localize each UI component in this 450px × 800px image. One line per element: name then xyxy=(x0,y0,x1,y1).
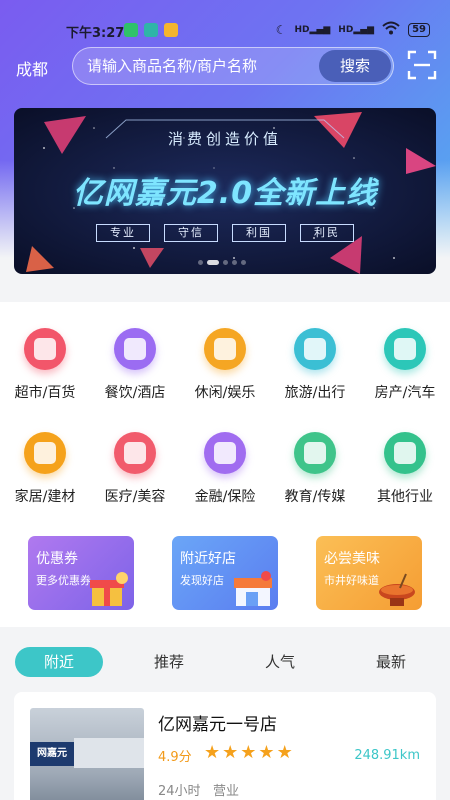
star-icon: ★ xyxy=(258,742,275,763)
category-label: 房产/汽车 xyxy=(374,385,436,401)
category-panel: 超市/百货 餐饮/酒店 休闲/娱乐 旅游/出行 房产/汽车家居/建材 医疗/美容 金融/保险… xyxy=(0,302,450,627)
category-leisure[interactable]: 休闲/娱乐 xyxy=(180,328,270,402)
star-icon: ★ xyxy=(276,742,293,763)
category-realestate[interactable]: 房产/汽车 xyxy=(360,328,450,402)
rating-stars: ★ ★ ★ ★ ★ xyxy=(204,744,293,762)
tab-popular[interactable]: 人气 xyxy=(236,647,324,677)
banner-tag: 利国 xyxy=(232,224,286,242)
finance-icon xyxy=(204,432,246,474)
education-icon xyxy=(294,432,336,474)
coupon-card[interactable]: 优惠券 更多优惠券 xyxy=(28,536,134,610)
banner-tags: 专业 守信 利国 利民 xyxy=(96,224,354,242)
chat-app-icon xyxy=(144,23,158,37)
wechat-app-icon xyxy=(124,23,138,37)
promo-subtitle: 发现好店 xyxy=(180,574,224,587)
tab-nearby[interactable]: 附近 xyxy=(15,647,103,677)
battery-icon: 59 xyxy=(408,22,430,37)
category-travel[interactable]: 旅游/出行 xyxy=(270,328,360,402)
scan-icon[interactable] xyxy=(406,49,438,81)
category-label: 休闲/娱乐 xyxy=(194,385,256,401)
banner-tag: 守信 xyxy=(164,224,218,242)
leisure-icon xyxy=(204,328,246,370)
category-label: 教育/传媒 xyxy=(284,489,346,505)
tab-recommended[interactable]: 推荐 xyxy=(125,647,213,677)
signal-icon-1: HD▂▄▆ xyxy=(294,24,331,35)
notification-icons xyxy=(124,23,178,37)
promo-subtitle: 更多优惠券 xyxy=(36,574,91,587)
category-label: 金融/保险 xyxy=(194,489,256,505)
furniture-icon xyxy=(24,432,66,474)
category-furniture[interactable]: 家居/建材 xyxy=(0,432,90,506)
search-bar: 搜索 xyxy=(72,47,394,85)
star-icon: ★ xyxy=(240,742,257,763)
storefront-icon xyxy=(234,571,272,606)
shop-hours-value: 24小时 xyxy=(158,784,201,799)
feed-tabs: 附近 推荐 人气 最新 xyxy=(0,640,450,684)
category-finance[interactable]: 金融/保险 xyxy=(180,432,270,506)
promo-banner[interactable]: 消费创造价值 亿网嘉元2.0全新上线 专业 守信 利国 利民 xyxy=(14,108,436,274)
banner-tag: 专业 xyxy=(96,224,150,242)
category-label: 家居/建材 xyxy=(14,489,76,505)
shop-status: 营业 xyxy=(212,784,239,799)
star-icon: ★ xyxy=(222,742,239,763)
promo-subtitle: 市井好味道 xyxy=(324,574,379,587)
promo-title: 附近好店 xyxy=(180,551,236,567)
medical-icon xyxy=(114,432,156,474)
realestate-icon xyxy=(384,328,426,370)
files-app-icon xyxy=(164,23,178,37)
banner-pagination xyxy=(198,260,246,265)
travel-icon xyxy=(294,328,336,370)
wifi-icon xyxy=(382,21,400,38)
shop-photo-sign: 网嘉元 xyxy=(30,742,74,766)
hotpot-icon xyxy=(379,573,415,606)
other-icon xyxy=(384,432,426,474)
shop-name: 亿网嘉元一号店 xyxy=(158,715,277,735)
category-label: 餐饮/酒店 xyxy=(104,385,166,401)
pagination-dot xyxy=(232,260,237,265)
promo-title: 优惠券 xyxy=(36,551,78,567)
city-selector[interactable]: 成都 xyxy=(16,56,48,80)
category-supermarket[interactable]: 超市/百货 xyxy=(0,328,90,402)
shop-photo: 网嘉元 xyxy=(30,708,144,800)
promo-title: 必尝美味 xyxy=(324,551,380,567)
shop-rating: 4.9分 xyxy=(158,750,192,765)
banner-tag: 利民 xyxy=(300,224,354,242)
banner-title: 亿网嘉元2.0全新上线 xyxy=(72,176,378,211)
pagination-dot xyxy=(223,260,228,265)
category-education[interactable]: 教育/传媒 xyxy=(270,432,360,506)
category-label: 医疗/美容 xyxy=(104,489,166,505)
shop-distance: 248.91km xyxy=(354,748,420,763)
banner-slogan: 消费创造价值 xyxy=(167,130,282,148)
signal-icon-2: HD▂▄▆ xyxy=(338,24,375,35)
must-try-food-card[interactable]: 必尝美味 市井好味道 xyxy=(316,536,422,610)
star-icon: ★ xyxy=(204,742,221,763)
tab-latest[interactable]: 最新 xyxy=(347,647,435,677)
status-bar: 下午3:27 ☾ HD▂▄▆ HD▂▄▆ 59 xyxy=(0,0,450,41)
pagination-dot xyxy=(207,260,219,265)
category-label: 其他行业 xyxy=(377,489,433,505)
search-input[interactable] xyxy=(87,48,317,84)
status-indicators: ☾ HD▂▄▆ HD▂▄▆ 59 xyxy=(276,21,430,38)
supermarket-icon xyxy=(24,328,66,370)
category-other[interactable]: 其他行业 xyxy=(360,432,450,506)
category-label: 旅游/出行 xyxy=(284,385,346,401)
status-time: 下午3:27 xyxy=(66,26,125,41)
category-restaurant[interactable]: 餐饮/酒店 xyxy=(90,328,180,402)
restaurant-icon xyxy=(114,328,156,370)
search-button[interactable]: 搜索 xyxy=(319,50,391,82)
shop-hours: 24小时 营业 xyxy=(158,780,239,799)
pagination-dot xyxy=(198,260,203,265)
category-label: 超市/百货 xyxy=(14,385,76,401)
shop-card[interactable]: 网嘉元 亿网嘉元一号店 4.9分 ★ ★ ★ ★ ★ 248.91km 24小时 营业 xyxy=(14,692,436,800)
nearby-shops-card[interactable]: 附近好店 发现好店 xyxy=(172,536,278,610)
pagination-dot xyxy=(241,260,246,265)
category-medical[interactable]: 医疗/美容 xyxy=(90,432,180,506)
gift-box-icon xyxy=(90,572,128,606)
moon-icon: ☾ xyxy=(275,22,287,37)
shop-photo-wall xyxy=(74,738,144,768)
